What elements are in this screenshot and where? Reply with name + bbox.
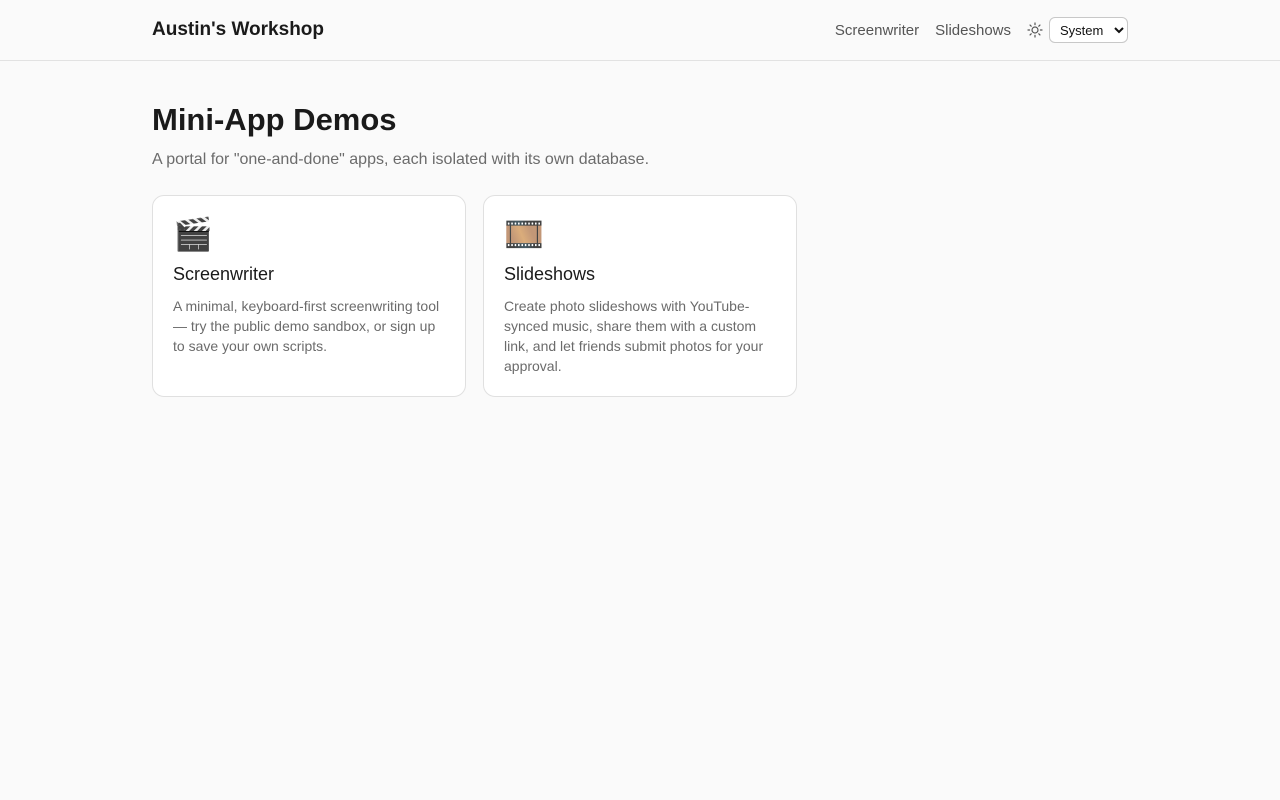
sun-icon — [1027, 22, 1043, 38]
card-title: Screenwriter — [173, 264, 275, 284]
site-header: Austin's Workshop Screenwriter Slideshow… — [0, 0, 1280, 61]
page-subtitle: A portal for "one-and-done" apps, each i… — [152, 151, 650, 168]
nav-link-screenwriter[interactable]: Screenwriter — [835, 22, 919, 39]
app-card-slideshows[interactable]: 🎞️ Slideshows Create photo slideshows wi… — [483, 195, 797, 397]
brand-link[interactable]: Austin's Workshop — [152, 19, 324, 41]
app-cards: 🎬 Screenwriter A minimal, keyboard-first… — [152, 195, 1128, 397]
clapper-board-icon: 🎬 — [173, 216, 213, 252]
top-nav: Screenwriter Slideshows System — [835, 17, 1128, 43]
film-frames-icon: 🎞️ — [504, 216, 544, 252]
card-title: Slideshows — [504, 264, 596, 284]
main-content: Mini-App Demos A portal for "one-and-don… — [152, 61, 1128, 397]
nav-link-slideshows[interactable]: Slideshows — [935, 22, 1011, 39]
app-card-screenwriter[interactable]: 🎬 Screenwriter A minimal, keyboard-first… — [152, 195, 466, 397]
card-description: Create photo slideshows with YouTube-syn… — [504, 298, 764, 374]
page-title: Mini-App Demos — [152, 102, 397, 137]
theme-select[interactable]: System — [1049, 17, 1128, 43]
card-description: A minimal, keyboard-first screenwriting … — [173, 298, 440, 354]
header-inner: Austin's Workshop Screenwriter Slideshow… — [152, 0, 1128, 60]
